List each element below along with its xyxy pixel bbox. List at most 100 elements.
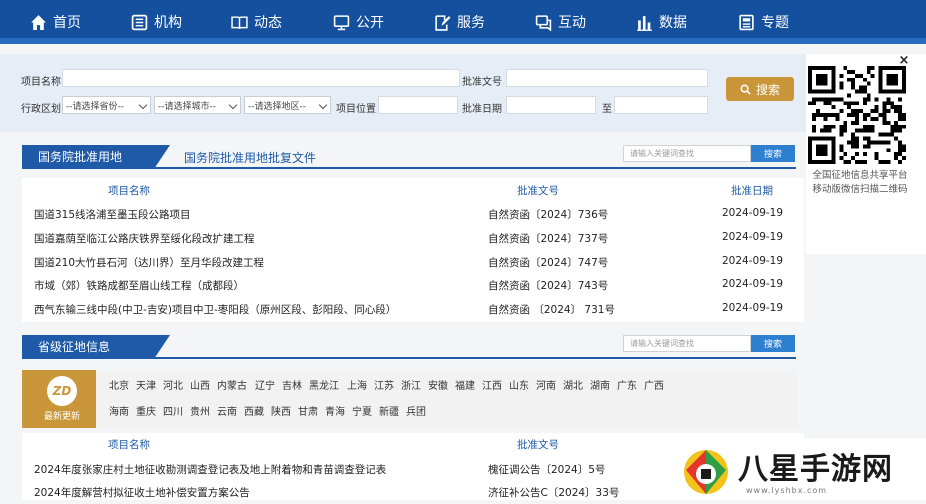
province-link[interactable]: 河南 xyxy=(536,377,556,392)
nav-label: 互动 xyxy=(558,15,586,31)
row-project: 国道210大竹县石河（达川界）至月华段改建工程 xyxy=(34,257,265,269)
org-icon xyxy=(131,14,148,30)
nav-news[interactable]: 动态 xyxy=(231,12,282,32)
date-from-input[interactable] xyxy=(506,96,596,114)
province-link[interactable]: 辽宁 xyxy=(255,377,275,392)
province-link[interactable]: 福建 xyxy=(455,377,475,392)
province-link[interactable]: 陕西 xyxy=(271,403,291,418)
section2-search-input[interactable]: 请输入关键词查找 xyxy=(623,335,751,352)
province-link[interactable]: 甘肃 xyxy=(298,403,318,418)
province-link[interactable]: 宁夏 xyxy=(352,403,372,418)
province-link[interactable]: 重庆 xyxy=(136,403,156,418)
date-to-input[interactable] xyxy=(614,96,708,114)
column-header-approval-no: 批准文号 xyxy=(517,439,559,451)
column-header-date: 批准日期 xyxy=(731,185,773,197)
nav-org[interactable]: 机构 xyxy=(131,12,182,32)
table-row[interactable]: 西气东输三线中段(中卫-吉安)项目中卫-枣阳段（原州区段、彭阳段、同心段） 自然… xyxy=(22,298,804,321)
nav-home[interactable]: 首页 xyxy=(30,12,81,32)
zd-logo: ZD xyxy=(47,376,77,406)
nav-label: 数据 xyxy=(659,15,687,31)
section-link-approval-docs[interactable]: 国务院批准用地批复文件 xyxy=(184,149,316,166)
province-link[interactable]: 贵州 xyxy=(190,403,210,418)
chat-icon xyxy=(535,14,552,31)
nav-label: 首页 xyxy=(53,15,81,31)
nav-label: 专题 xyxy=(761,15,789,31)
edit-icon xyxy=(435,14,451,31)
project-name-input[interactable] xyxy=(62,69,460,87)
latest-update-badge: ZD 最新更新 xyxy=(22,370,96,428)
nav-stripe xyxy=(0,38,926,44)
table-row[interactable]: 市域（郊）铁路成都至眉山线工程（成都段） 自然资函〔2024〕743号 2024… xyxy=(22,274,804,297)
province-select[interactable]: --请选择省份-- xyxy=(62,96,151,114)
section2-search-button[interactable]: 搜索 xyxy=(751,335,795,352)
table-row[interactable]: 国道210大竹县石河（达川界）至月华段改建工程 自然资函〔2024〕747号 2… xyxy=(22,251,804,274)
location-input[interactable] xyxy=(378,96,458,114)
project-name-label: 项目名称 xyxy=(21,77,61,88)
province-link[interactable]: 兵团 xyxy=(406,403,426,418)
province-link[interactable]: 湖南 xyxy=(590,377,610,392)
section-tab-provincial[interactable]: 省级征地信息 xyxy=(22,335,170,359)
province-link[interactable]: 吉林 xyxy=(282,377,302,392)
section1-search-input[interactable]: 请输入关键词查找 xyxy=(623,145,751,162)
top-nav: 首页 机构 动态 公开 服务 互动 数据 专题 xyxy=(0,0,926,44)
province-link[interactable]: 黑龙江 xyxy=(309,377,339,392)
watermark-url: www.lyshbx.com xyxy=(746,486,828,495)
search-button[interactable]: 搜索 xyxy=(726,77,794,101)
doc-icon xyxy=(739,14,754,30)
row-project: 国道嘉荫至临江公路庆铁界至绥化段改扩建工程 xyxy=(34,233,255,245)
province-link[interactable]: 山东 xyxy=(509,377,529,392)
nav-label: 动态 xyxy=(254,15,282,31)
province-link[interactable]: 海南 xyxy=(109,403,129,418)
row-project: 国道315线洛浦至墨玉段公路项目 xyxy=(34,209,191,221)
chevron-down-icon xyxy=(138,100,148,110)
province-link[interactable]: 上海 xyxy=(347,377,367,392)
nav-public[interactable]: 公开 xyxy=(333,12,384,32)
province-link[interactable]: 安徽 xyxy=(428,377,448,392)
row-approval-no: 自然资函〔2024〕736号 xyxy=(488,209,609,221)
nav-data[interactable]: 数据 xyxy=(636,12,687,32)
province-link[interactable]: 湖北 xyxy=(563,377,583,392)
section1-search-button[interactable]: 搜索 xyxy=(751,145,795,162)
province-link[interactable]: 山西 xyxy=(190,377,210,392)
approval-date-label: 批准日期 xyxy=(462,104,502,115)
province-link[interactable]: 内蒙古 xyxy=(217,377,247,392)
table-row[interactable]: 国道315线洛浦至墨玉段公路项目 自然资函〔2024〕736号 2024-09-… xyxy=(22,203,804,226)
nav-interact[interactable]: 互动 xyxy=(535,12,586,32)
province-link[interactable]: 北京 xyxy=(109,377,129,392)
book-icon xyxy=(231,15,248,29)
province-link[interactable]: 江西 xyxy=(482,377,502,392)
province-link[interactable]: 青海 xyxy=(325,403,345,418)
approval-no-input[interactable] xyxy=(506,69,708,87)
chevron-down-icon xyxy=(228,100,238,110)
province-link[interactable]: 天津 xyxy=(136,377,156,392)
city-select[interactable]: --请选择城市-- xyxy=(154,96,241,114)
province-link[interactable]: 河北 xyxy=(163,377,183,392)
nav-service[interactable]: 服务 xyxy=(434,12,485,32)
row-approval-no: 自然资函 〔2024〕 731号 xyxy=(488,304,615,316)
approval-no-label: 批准文号 xyxy=(462,77,502,88)
province-link[interactable]: 广东 xyxy=(617,377,637,392)
district-select-value: --请选择地区-- xyxy=(248,101,306,112)
row-project: 西气东输三线中段(中卫-吉安)项目中卫-枣阳段（原州区段、彭阳段、同心段） xyxy=(34,304,397,316)
region-label: 行政区划 xyxy=(21,104,61,115)
search-button-label: 搜索 xyxy=(755,82,780,97)
qr-code-image xyxy=(808,66,906,164)
row-date: 2024-09-19 xyxy=(722,278,784,290)
province-link[interactable]: 新疆 xyxy=(379,403,399,418)
watermark-title: 八星手游网 xyxy=(738,452,893,487)
location-label: 项目位置 xyxy=(336,104,376,115)
section-tab-state-council[interactable]: 国务院批准用地 xyxy=(22,145,170,169)
table-row[interactable]: 国道嘉荫至临江公路庆铁界至绥化段改扩建工程 自然资函〔2024〕737号 202… xyxy=(22,227,804,250)
province-link[interactable]: 西藏 xyxy=(244,403,264,418)
column-header-project: 项目名称 xyxy=(108,439,150,451)
nav-topic[interactable]: 专题 xyxy=(738,12,789,32)
nav-label: 机构 xyxy=(154,15,182,31)
province-link[interactable]: 广西 xyxy=(644,377,664,392)
state-council-table: 项目名称 批准文号 批准日期 国道315线洛浦至墨玉段公路项目 自然资函〔202… xyxy=(22,178,804,322)
province-select-value: --请选择省份-- xyxy=(66,101,124,112)
province-link[interactable]: 江苏 xyxy=(374,377,394,392)
district-select[interactable]: --请选择地区-- xyxy=(244,96,331,114)
province-link[interactable]: 云南 xyxy=(217,403,237,418)
province-link[interactable]: 四川 xyxy=(163,403,183,418)
province-link[interactable]: 浙江 xyxy=(401,377,421,392)
